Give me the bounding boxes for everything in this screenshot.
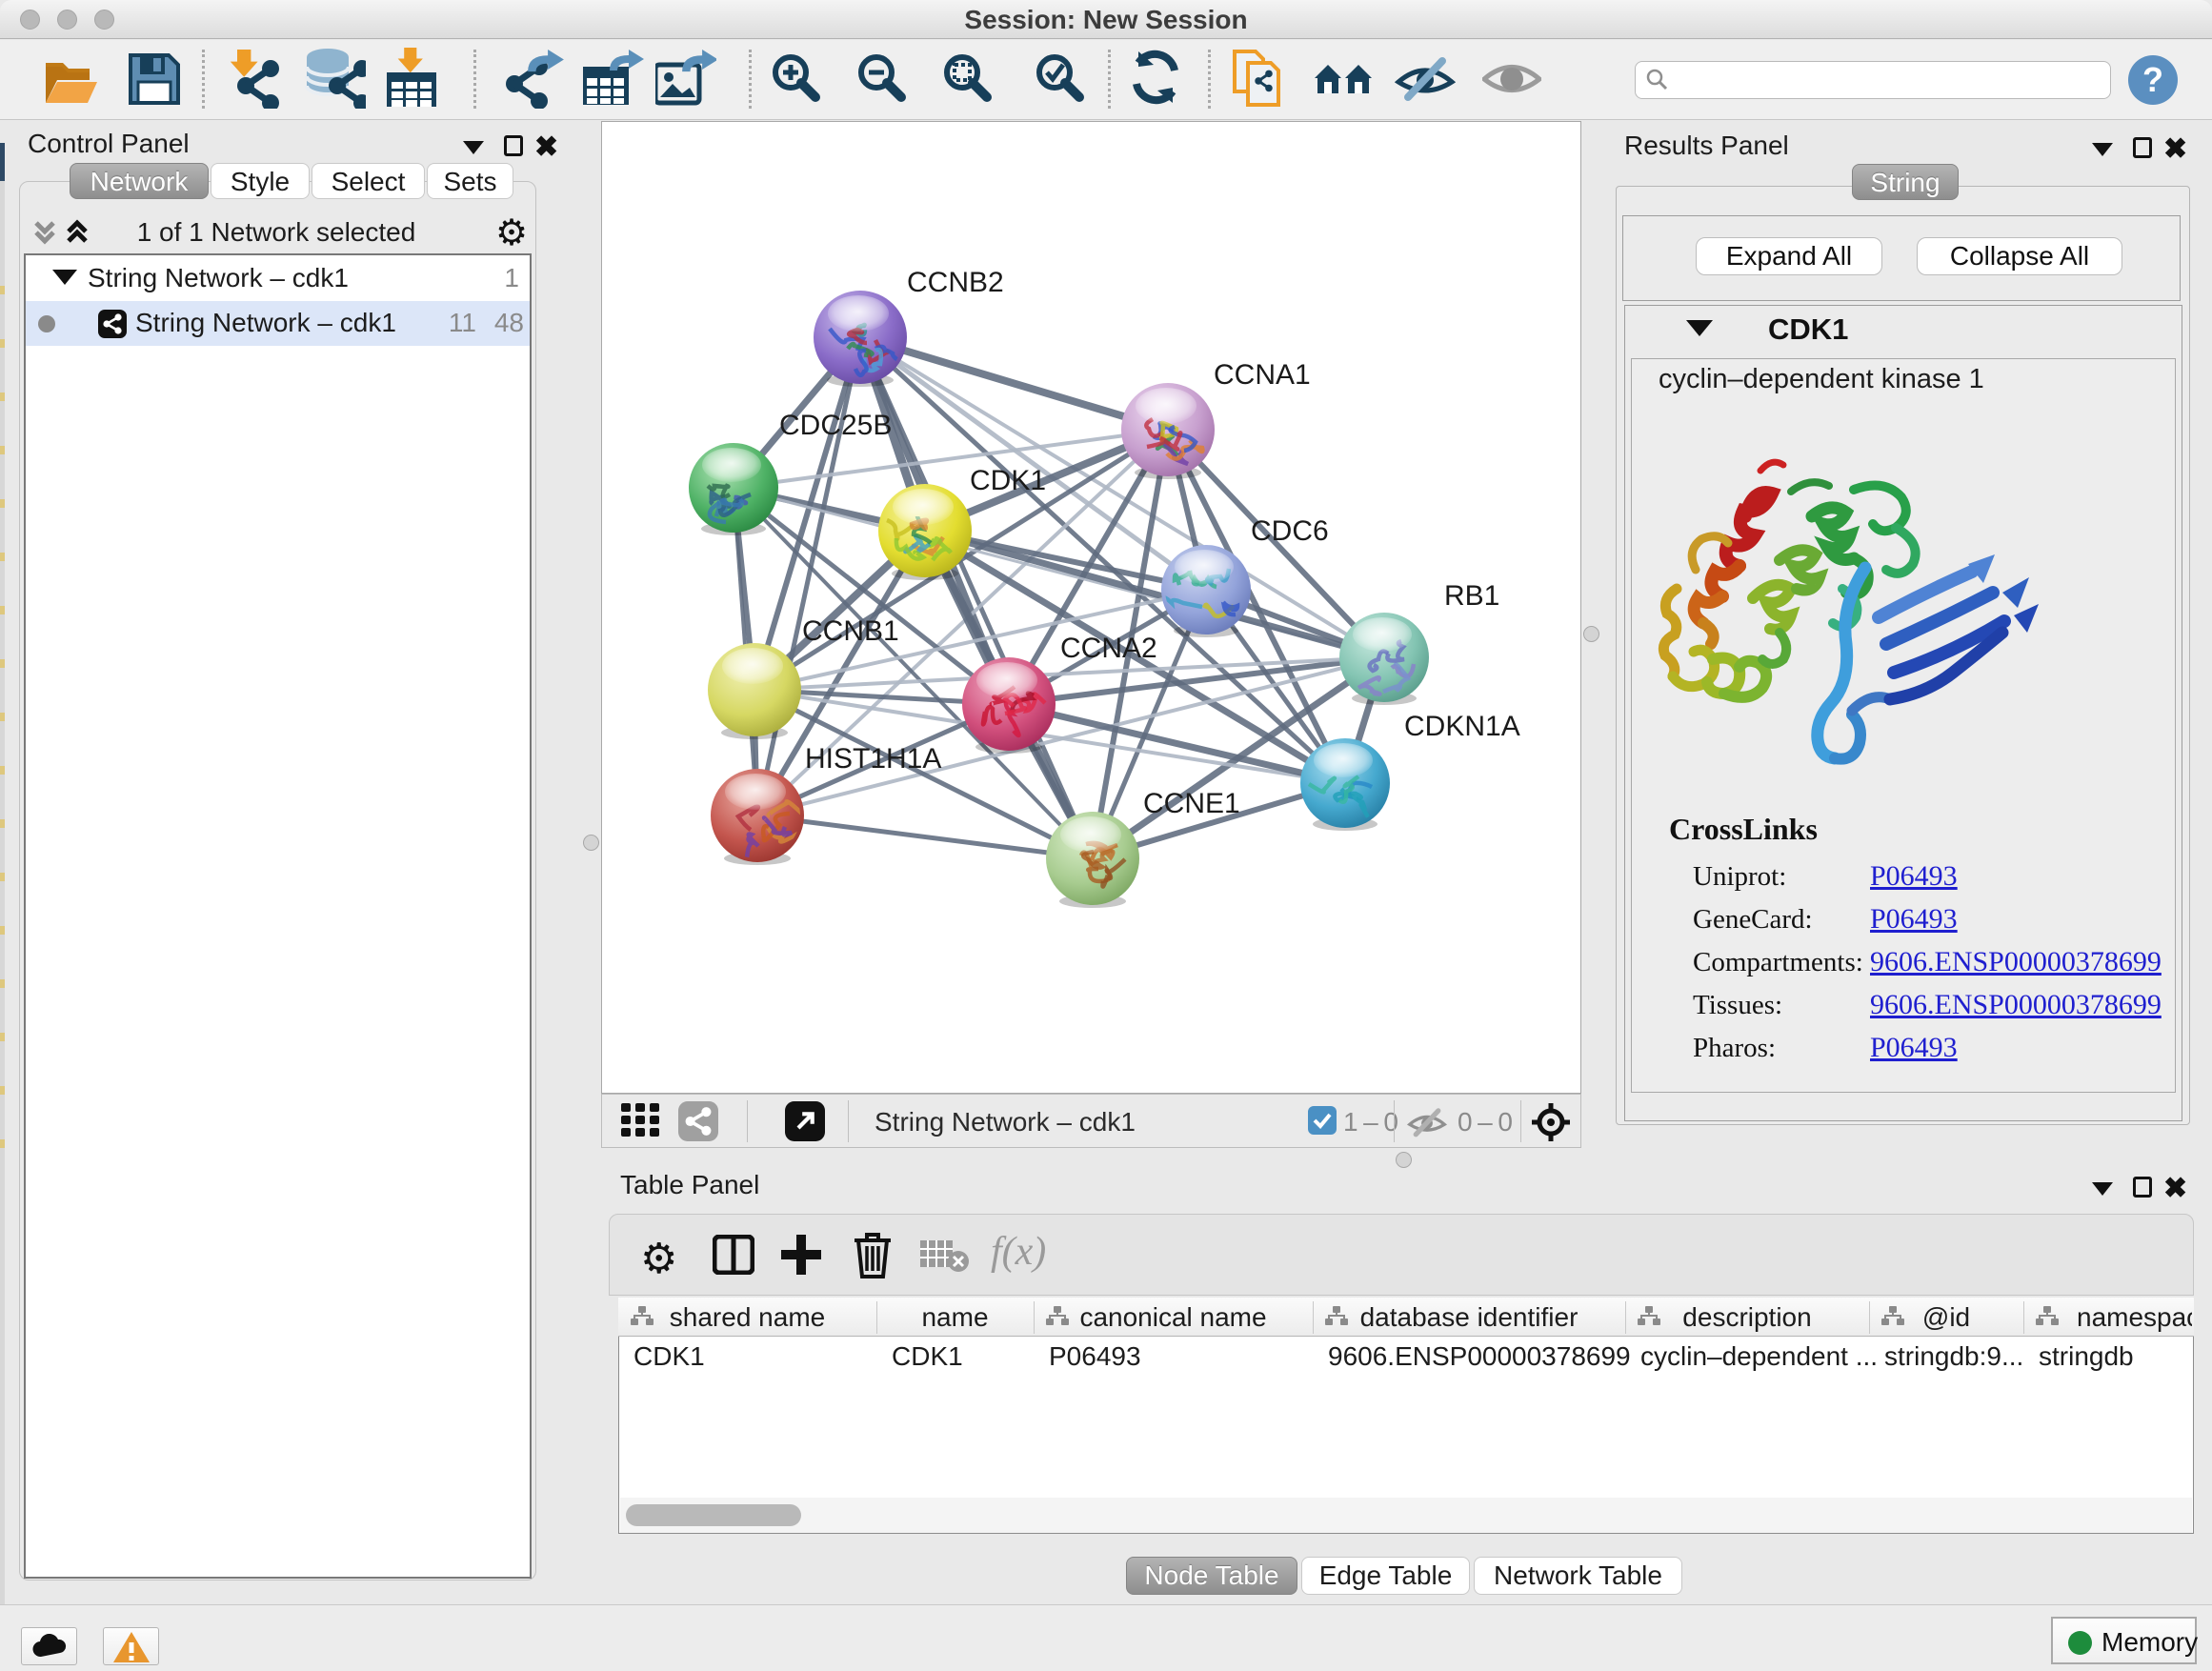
svg-text:CDKN1A: CDKN1A xyxy=(1404,711,1520,742)
svg-text:CDC6: CDC6 xyxy=(1251,515,1329,547)
svg-text:CCNE1: CCNE1 xyxy=(1143,788,1240,819)
svg-text:CDC25B: CDC25B xyxy=(779,410,892,441)
svg-text:CCNB2: CCNB2 xyxy=(907,267,1004,298)
svg-text:CCNA2: CCNA2 xyxy=(1060,633,1157,664)
svg-text:CCNA1: CCNA1 xyxy=(1214,359,1311,391)
svg-text:CDK1: CDK1 xyxy=(970,465,1046,496)
svg-text:CCNB1: CCNB1 xyxy=(802,615,899,647)
svg-text:HIST1H1A: HIST1H1A xyxy=(805,743,941,775)
svg-text:RB1: RB1 xyxy=(1444,580,1499,612)
